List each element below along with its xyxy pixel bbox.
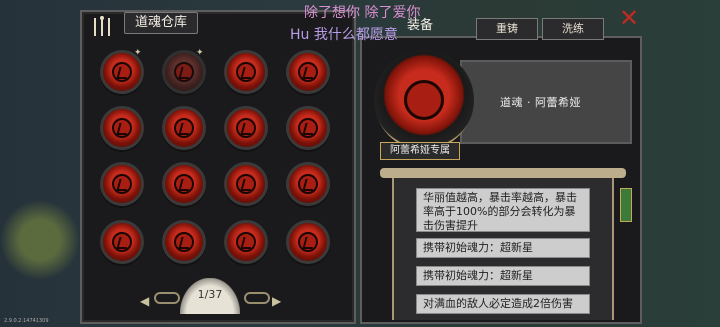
effect-description: 华丽值越高，暴击率越高，暴击率高于100%的部分会转化为暴击伤害提升 [416,188,590,232]
soul-rune-icon [112,174,132,194]
overlay-lyric: Hu 我什么都愿意 [290,27,398,43]
next-page-button[interactable]: ▶ [272,294,281,308]
soul-orb[interactable] [100,106,144,150]
soul-rune-icon [298,174,318,194]
soul-rune-icon [236,232,256,252]
soul-orb[interactable] [286,106,330,150]
soul-rune-icon [174,118,194,138]
soul-orb[interactable] [286,50,330,94]
effect-line: 对满血的敌人必定造成2倍伤害 [416,294,590,314]
soul-orb[interactable] [224,220,268,264]
tab-wash[interactable]: 洗练 [542,18,604,40]
soul-rune-icon [298,62,318,82]
soul-rune-icon [112,62,132,82]
scroll-rod [380,168,626,178]
ornament-left [154,292,180,304]
soul-rune-icon [298,232,318,252]
selected-soul-orb [374,50,474,150]
overlay-lyric: 除了想你 除了爱你 [304,5,421,21]
soul-orb[interactable] [286,162,330,206]
soul-rune-icon [404,80,444,120]
storage-title: 道魂仓库 [124,12,198,34]
effect-line: 携带初始魂力：超新星 [416,266,590,286]
soul-rune-icon [112,118,132,138]
effect-line: 携带初始魂力：超新星 [416,238,590,258]
tab-recast[interactable]: 重铸 [476,18,538,40]
item-name: 道魂 · 阿蕾希娅 [500,96,581,109]
version-label: 2.9.0.2.14741309 [4,318,49,324]
soul-rune-icon [236,62,256,82]
ornament-right [244,292,270,304]
soul-rune-icon [236,118,256,138]
soul-orb[interactable] [224,162,268,206]
soul-rune-icon [174,62,194,82]
soul-orb[interactable] [162,106,206,150]
star-icon: ✦ [196,48,204,58]
soul-orb[interactable] [162,162,206,206]
soul-orb[interactable] [224,106,268,150]
star-icon: ✦ [134,48,142,58]
soul-rune-icon [236,174,256,194]
soul-orb[interactable] [100,220,144,264]
prev-page-button[interactable]: ◀ [140,294,149,308]
soul-rune-icon [174,232,194,252]
page-indicator: 1/37 [180,278,240,314]
close-icon[interactable]: ✕ [614,4,644,34]
fork-icon [92,14,112,36]
soul-rune-icon [298,118,318,138]
soul-orb[interactable] [100,162,144,206]
soul-rune-icon [112,232,132,252]
jade-tassel-icon [620,188,632,222]
soul-orb[interactable] [286,220,330,264]
soul-rune-icon [174,174,194,194]
soul-orb[interactable] [224,50,268,94]
soul-orb[interactable] [162,220,206,264]
exclusive-tag: 阿蕾希娅专属 [380,142,460,160]
